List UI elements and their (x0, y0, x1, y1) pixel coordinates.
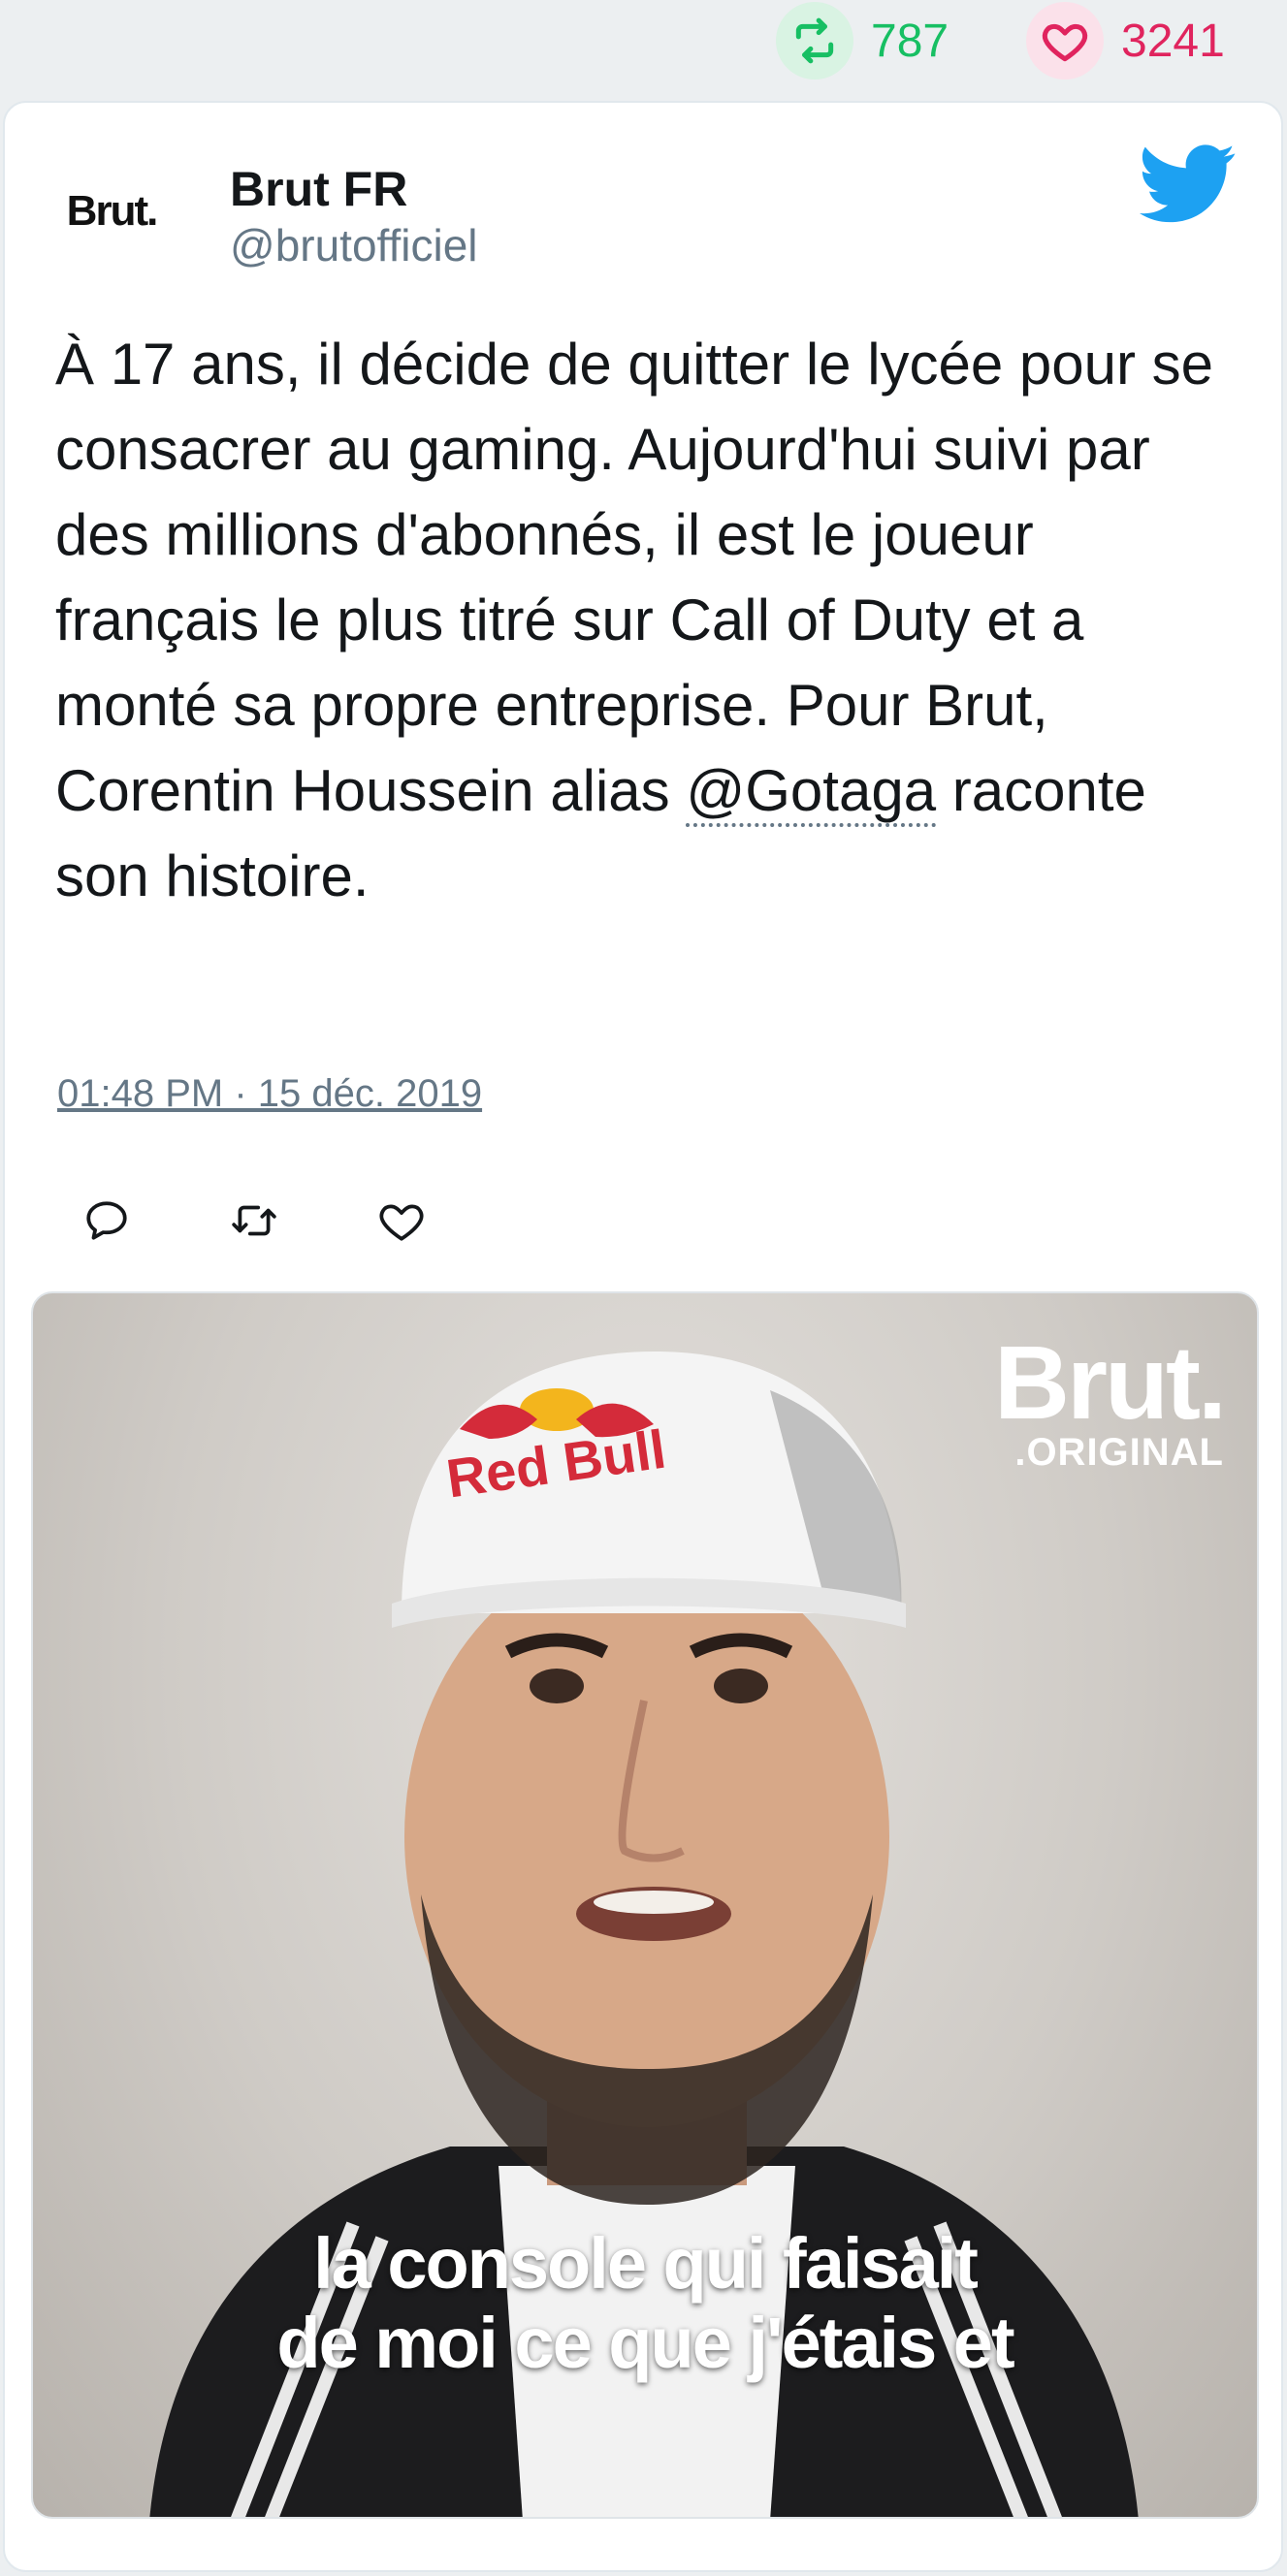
tweet-card: Brut. Brut FR @brutofficiel À 17 ans, il… (3, 101, 1283, 2572)
mention-link[interactable]: @Gotaga (686, 758, 937, 827)
brut-logo-main: Brut. (994, 1323, 1227, 1441)
twitter-bird-icon[interactable] (1140, 143, 1237, 225)
retweet-stat[interactable]: 787 (776, 0, 949, 81)
subtitle-line-2: de moi ce que j'étais et (276, 2303, 1014, 2383)
video-media[interactable]: Red Bull Brut. .ORIGINAL la console qui … (31, 1291, 1259, 2519)
tweet-actions (73, 1187, 515, 1255)
author-handle[interactable]: @brutofficiel (230, 219, 478, 271)
tweet-text-before: À 17 ans, il décide de quitter le lycée … (55, 332, 1214, 823)
retweet-icon[interactable] (220, 1187, 288, 1255)
avatar[interactable]: Brut. (44, 143, 179, 279)
tweet-text: À 17 ans, il décide de quitter le lycée … (55, 322, 1248, 919)
tweet-timestamp[interactable]: 01:48 PM · 15 déc. 2019 (57, 1072, 482, 1116)
like-count: 3241 (1121, 15, 1225, 67)
brut-logo-sub: .ORIGINAL (1014, 1431, 1224, 1474)
retweet-icon (776, 2, 853, 80)
like-stat[interactable]: 3241 (1026, 0, 1225, 81)
author-name[interactable]: Brut FR (230, 161, 407, 217)
brut-original-logo: Brut. .ORIGINAL (994, 1323, 1227, 1475)
reply-icon[interactable] (73, 1187, 141, 1255)
engagement-bar: 787 3241 (0, 0, 1287, 81)
video-subtitle: la console qui faisait de moi ce que j'é… (33, 2224, 1257, 2383)
heart-icon[interactable] (368, 1187, 435, 1255)
subtitle-line-1: la console qui faisait (313, 2223, 979, 2304)
retweet-count: 787 (871, 15, 949, 67)
heart-icon (1026, 2, 1104, 80)
avatar-logo-text: Brut. (66, 187, 159, 235)
